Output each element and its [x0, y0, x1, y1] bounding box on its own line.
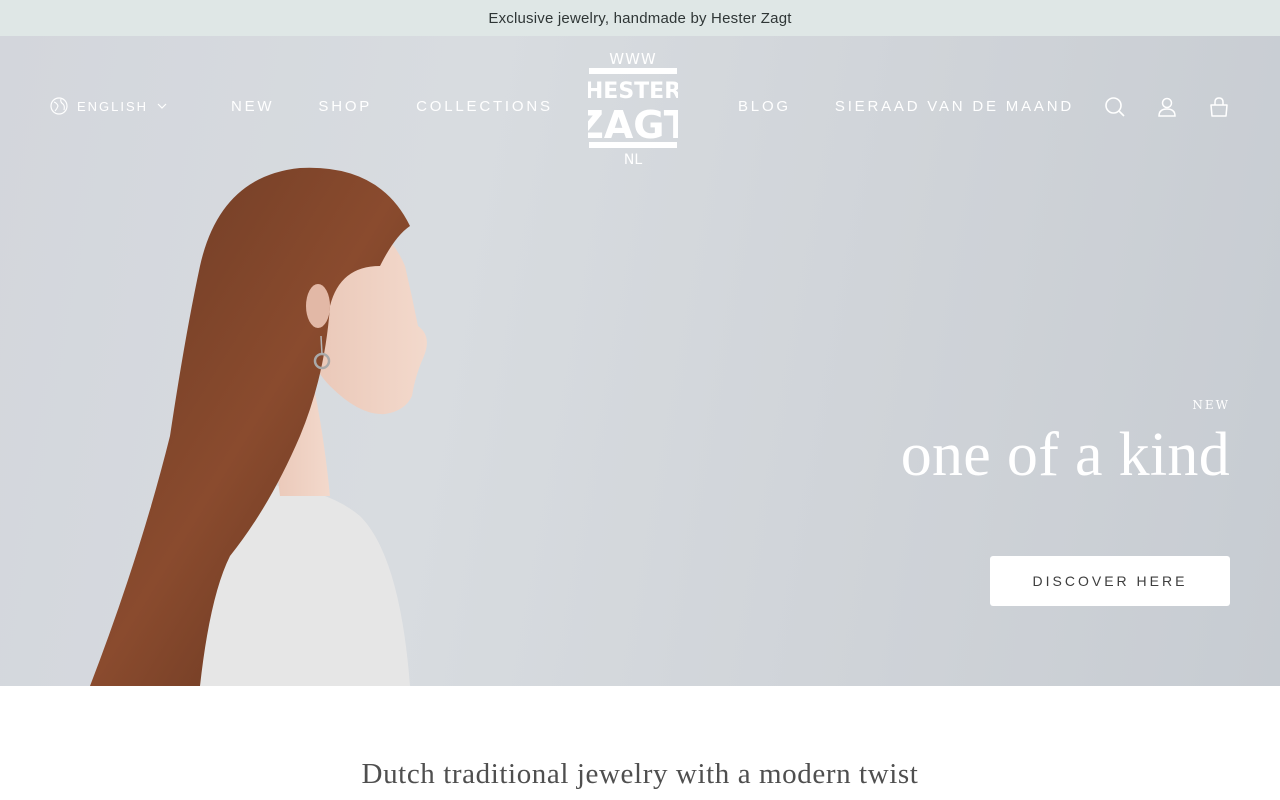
discover-here-button[interactable]: DISCOVER HERE — [990, 556, 1230, 606]
hester-zagt-logo[interactable]: WWW HESTER ZAGT NL — [588, 50, 678, 168]
language-selector[interactable]: ENGLISH — [50, 97, 167, 115]
globe-icon — [50, 97, 68, 115]
hero-text: NEW one of a kind — [901, 398, 1230, 486]
logo-line-hester: HESTER — [588, 79, 678, 104]
announcement-bar: Exclusive jewelry, handmade by Hester Za… — [0, 0, 1280, 36]
nav-collections[interactable]: COLLECTIONS — [416, 98, 553, 115]
cart-icon[interactable] — [1208, 96, 1230, 118]
nav-sieraad-van-de-maand[interactable]: SIERAAD VAN DE MAAND — [835, 98, 1074, 115]
chevron-down-icon — [157, 103, 167, 109]
logo-line-www: WWW — [609, 50, 657, 68]
nav-blog[interactable]: BLOG — [738, 98, 791, 115]
site-header: ENGLISH NEW SHOP COLLECTIONS WWW HESTER … — [0, 36, 1280, 181]
language-label: ENGLISH — [77, 98, 149, 114]
header-icons — [1104, 96, 1230, 118]
search-icon[interactable] — [1104, 96, 1126, 118]
logo-line-zagt: ZAGT — [588, 103, 678, 147]
main-nav-left: NEW SHOP COLLECTIONS — [231, 98, 553, 115]
account-icon[interactable] — [1156, 96, 1178, 118]
main-nav-right: BLOG SIERAAD VAN DE MAAND — [738, 98, 1074, 115]
hero-eyebrow: NEW — [1192, 398, 1230, 412]
announcement-text: Exclusive jewelry, handmade by Hester Za… — [488, 9, 792, 27]
tagline: Dutch traditional jewelry with a modern … — [361, 758, 919, 790]
hero-headline: one of a kind — [900, 421, 1230, 489]
nav-shop[interactable]: SHOP — [318, 98, 372, 115]
nav-new[interactable]: NEW — [231, 98, 274, 115]
logo-line-nl: NL — [624, 152, 642, 168]
